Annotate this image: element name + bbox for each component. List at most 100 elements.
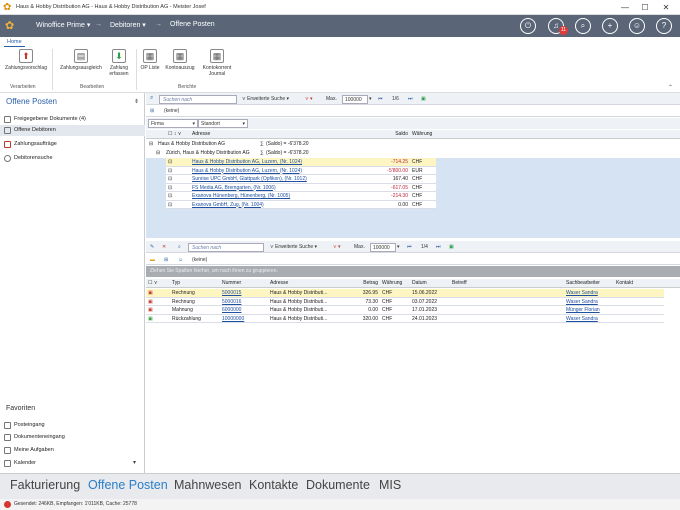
table-row[interactable]: ▣ Rechnung 5000015 Haus & Hobby Distribu… xyxy=(146,289,664,298)
group-row-standort[interactable]: ⊟ Zürich, Haus & Hobby Distribution AG ∑… xyxy=(146,149,680,158)
col-header-adresse[interactable]: Adresse xyxy=(190,130,360,138)
table-row[interactable]: ⊡ Haus & Hobby Distribution AG, Luzern, … xyxy=(166,158,436,167)
col-header-waehrung[interactable]: Währung xyxy=(380,279,410,287)
table-row[interactable]: ⊡ Exanova Hünenberg, Hünenberg, (Nr. 100… xyxy=(166,192,436,201)
pin-icon[interactable]: ⇟ xyxy=(134,98,139,105)
col-header-betreff[interactable]: Betreff xyxy=(450,279,564,287)
max-input[interactable]: 100000 xyxy=(342,95,368,104)
kontokorrent-journal-button[interactable]: ▦ Kontokorrent Journal xyxy=(199,49,235,77)
table-row[interactable]: ▣ Rechnung 5000016 Haus & Hobby Distribu… xyxy=(146,297,664,306)
kontoauszug-button[interactable]: ▦ Kontoauszug xyxy=(163,49,197,71)
gear-icon[interactable]: ✿ xyxy=(5,19,14,32)
group-chip-standort[interactable]: Standort ▾ xyxy=(198,119,248,128)
group-chip-firma[interactable]: Firma ▾ xyxy=(148,119,198,128)
cell-nummer[interactable]: 6000000 xyxy=(220,306,268,314)
favorite-posteingang[interactable]: Posteingang xyxy=(4,420,144,431)
module-dokumente[interactable]: Dokumente xyxy=(306,478,370,492)
cell-nummer[interactable]: 10000000 xyxy=(220,315,268,323)
search-icon[interactable]: ⌕ xyxy=(575,18,591,34)
col-header-nummer[interactable]: Nummer xyxy=(220,279,268,287)
advanced-search-button[interactable]: ⋎ Erweiterte Suche ▾ xyxy=(242,95,289,104)
minimize-button[interactable]: — xyxy=(618,2,632,13)
zahlungsausgleich-button[interactable]: ▤ Zahlungsausgleich xyxy=(56,49,106,71)
table-row[interactable]: ⊡ Exanova GmbH, Zug, (Nr. 1004) 0.00 CHF xyxy=(166,200,436,209)
table-row[interactable]: ⊡ Haus & Hobby Distribution AG, Luzern, … xyxy=(166,166,436,175)
cell-nummer[interactable]: 5000016 xyxy=(220,298,268,306)
last-page-icon[interactable]: ⏭ xyxy=(436,243,441,252)
cell-sachbearbeiter[interactable]: Münger Florian xyxy=(564,306,614,314)
module-fakturierung[interactable]: Fakturierung xyxy=(10,478,80,492)
power-icon[interactable]: ⏻ xyxy=(520,18,536,34)
delete-icon[interactable]: ✕ xyxy=(162,243,166,252)
export-icon[interactable]: ▣ xyxy=(449,243,454,252)
module-kontakte[interactable]: Kontakte xyxy=(249,478,298,492)
favorite-meine-aufgaben[interactable]: Meine Aufgaben xyxy=(4,445,144,456)
zahlung-erfassen-button[interactable]: ⬇ Zahlung erfassen xyxy=(106,49,132,77)
person-icon[interactable]: ☺ xyxy=(178,256,183,265)
cell-adresse[interactable]: FS Media AG, Bremgarten, (Nr. 1006) xyxy=(190,184,360,192)
close-button[interactable]: ✕ xyxy=(659,2,673,13)
tab-home[interactable]: Home xyxy=(4,37,25,47)
sidebar-item-debitorensuche[interactable]: Debitorensuche xyxy=(4,153,144,164)
col-header-icons[interactable]: ☐ ↕ ⋎ xyxy=(166,130,188,138)
cell-adresse[interactable]: Exanova Hünenberg, Hünenberg, (Nr. 1005) xyxy=(190,192,360,200)
col-header-typ[interactable]: Typ xyxy=(170,279,220,287)
max-input[interactable]: 100000 xyxy=(370,243,396,252)
col-header-icons[interactable]: ☐ ⋎ xyxy=(146,279,170,287)
folder-icon[interactable]: ▬ xyxy=(150,256,155,265)
first-page-icon[interactable]: ⏮ xyxy=(407,243,412,252)
module-mahnwesen[interactable]: Mahnwesen xyxy=(174,478,241,492)
filter-icon[interactable]: ⋎ ▾ xyxy=(305,95,313,104)
top-search-input[interactable]: Suchen nach xyxy=(159,95,237,104)
breadcrumb-offene-posten[interactable]: Offene Posten xyxy=(170,21,215,28)
cell-sachbearbeiter[interactable]: Waser Sandra xyxy=(564,315,614,323)
first-page-icon[interactable]: ⏮ xyxy=(378,95,383,104)
filter-icon[interactable]: ⊞ xyxy=(164,256,168,265)
table-row[interactable]: ⊡ Sunrise UPC GmbH, Glattpark (Opfikon),… xyxy=(166,175,436,184)
col-header-waehrung[interactable]: Währung xyxy=(410,130,436,138)
col-header-kontakt[interactable]: Kontakt xyxy=(614,279,662,287)
maximize-button[interactable]: ☐ xyxy=(638,2,652,13)
breadcrumb-debitoren[interactable]: Debitoren ▾ xyxy=(110,21,146,29)
table-row[interactable]: ▣ Rückzahlung 10000000 Haus & Hobby Dist… xyxy=(146,314,664,323)
favorite-kalender[interactable]: Kalender xyxy=(4,458,144,469)
col-header-betrag[interactable]: Betrag xyxy=(336,279,380,287)
group-row-firma[interactable]: ⊟ Haus & Hobby Distribution AG ∑ (Saldo)… xyxy=(146,140,680,149)
table-row[interactable]: ▣ Mahnung 6000000 Haus & Hobby Distribut… xyxy=(146,306,664,315)
last-page-icon[interactable]: ⏭ xyxy=(408,95,413,104)
cell-adresse[interactable]: Haus & Hobby Distribution AG, Luzern, (N… xyxy=(190,158,360,166)
sidebar-item-zahlungsauftraege[interactable]: Zahlungsaufträge xyxy=(4,139,144,150)
filter-icon[interactable]: ⋎ ▾ xyxy=(333,243,341,252)
filter-icon[interactable]: ⊞ xyxy=(150,107,154,116)
op-liste-button[interactable]: ▦ OP Liste xyxy=(139,49,161,71)
favorite-dokumenteneingang[interactable]: Dokumenteneingang xyxy=(4,432,144,443)
edit-icon[interactable]: ✎ xyxy=(150,243,154,252)
cell-sachbearbeiter[interactable]: Waser Sandra xyxy=(564,289,614,297)
sidebar-item-offene-debitoren[interactable]: Offene Debitoren xyxy=(0,125,145,136)
max-dropdown-icon[interactable]: ▾ xyxy=(369,95,372,104)
cell-sachbearbeiter[interactable]: Waser Sandra xyxy=(564,298,614,306)
zahlungsvorschlag-button[interactable]: ⬆ Zahlungsvorschlag xyxy=(4,49,48,71)
help-icon[interactable]: ? xyxy=(656,18,672,34)
col-header-sachbearbeiter[interactable]: Sachbearbeiter xyxy=(564,279,614,287)
module-offene-posten[interactable]: Offene Posten xyxy=(88,478,168,492)
bottom-search-input[interactable]: Suchen nach xyxy=(188,243,264,252)
user-icon[interactable]: ☺ xyxy=(629,18,645,34)
col-header-datum[interactable]: Datum xyxy=(410,279,450,287)
cell-adresse[interactable]: Haus & Hobby Distribution AG, Luzern, (N… xyxy=(190,167,360,175)
module-mis[interactable]: MIS xyxy=(379,478,401,492)
chevron-down-icon[interactable]: ▾ xyxy=(133,459,136,466)
col-header-saldo[interactable]: Saldo xyxy=(360,130,410,138)
advanced-search-button[interactable]: ⋎ Erweiterte Suche ▾ xyxy=(270,243,317,252)
collapse-ribbon-icon[interactable]: ⌃ xyxy=(668,84,673,91)
max-dropdown-icon[interactable]: ▾ xyxy=(397,243,400,252)
sidebar-item-freigegebene-dokumente[interactable]: Freigegebene Dokumente (4) xyxy=(4,114,144,125)
table-row[interactable]: ⊡ FS Media AG, Bremgarten, (Nr. 1006) -6… xyxy=(166,183,436,192)
col-header-adresse[interactable]: Adresse xyxy=(268,279,336,287)
cell-adresse[interactable]: Exanova GmbH, Zug, (Nr. 1004) xyxy=(190,201,360,209)
export-icon[interactable]: ▣ xyxy=(421,95,426,104)
app-switcher[interactable]: Winoffice Prime ▾ xyxy=(36,21,90,29)
add-icon[interactable]: + xyxy=(602,18,618,34)
cell-adresse[interactable]: Sunrise UPC GmbH, Glattpark (Opfikon), (… xyxy=(190,175,360,183)
cell-nummer[interactable]: 5000015 xyxy=(220,289,268,297)
